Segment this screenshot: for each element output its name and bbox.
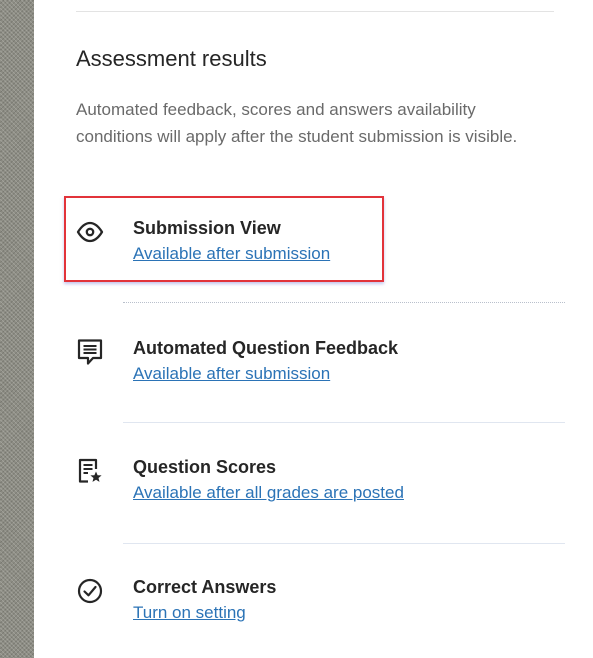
submission-view-setting: Submission View Available after submissi… — [76, 218, 566, 270]
eye-icon — [76, 218, 104, 246]
section-description: Automated feedback, scores and answers a… — [76, 100, 518, 146]
correct-answers-label: Correct Answers — [133, 577, 277, 597]
correct-answers-link[interactable]: Turn on setting — [133, 603, 246, 623]
question-scores-setting: Question Scores Available after all grad… — [76, 457, 566, 509]
feedback-icon — [76, 338, 104, 366]
question-scores-label: Question Scores — [133, 457, 277, 477]
left-panel-edge — [0, 0, 34, 658]
row-divider — [123, 302, 565, 303]
section-title: Assessment results — [76, 46, 267, 71]
scores-icon — [76, 457, 104, 485]
correct-answers-setting: Correct Answers Turn on setting — [76, 577, 566, 629]
automated-question-feedback-setting: Automated Question Feedback Available af… — [76, 338, 566, 390]
check-circle-icon — [76, 577, 104, 605]
question-scores-link[interactable]: Available after all grades are posted — [133, 483, 404, 503]
automated-question-feedback-label: Automated Question Feedback — [133, 338, 399, 358]
top-divider — [76, 11, 554, 12]
row-divider — [123, 543, 565, 544]
submission-view-link[interactable]: Available after submission — [133, 244, 330, 264]
row-divider — [123, 422, 565, 423]
submission-view-label: Submission View — [133, 218, 281, 238]
automated-question-feedback-link[interactable]: Available after submission — [133, 364, 330, 384]
